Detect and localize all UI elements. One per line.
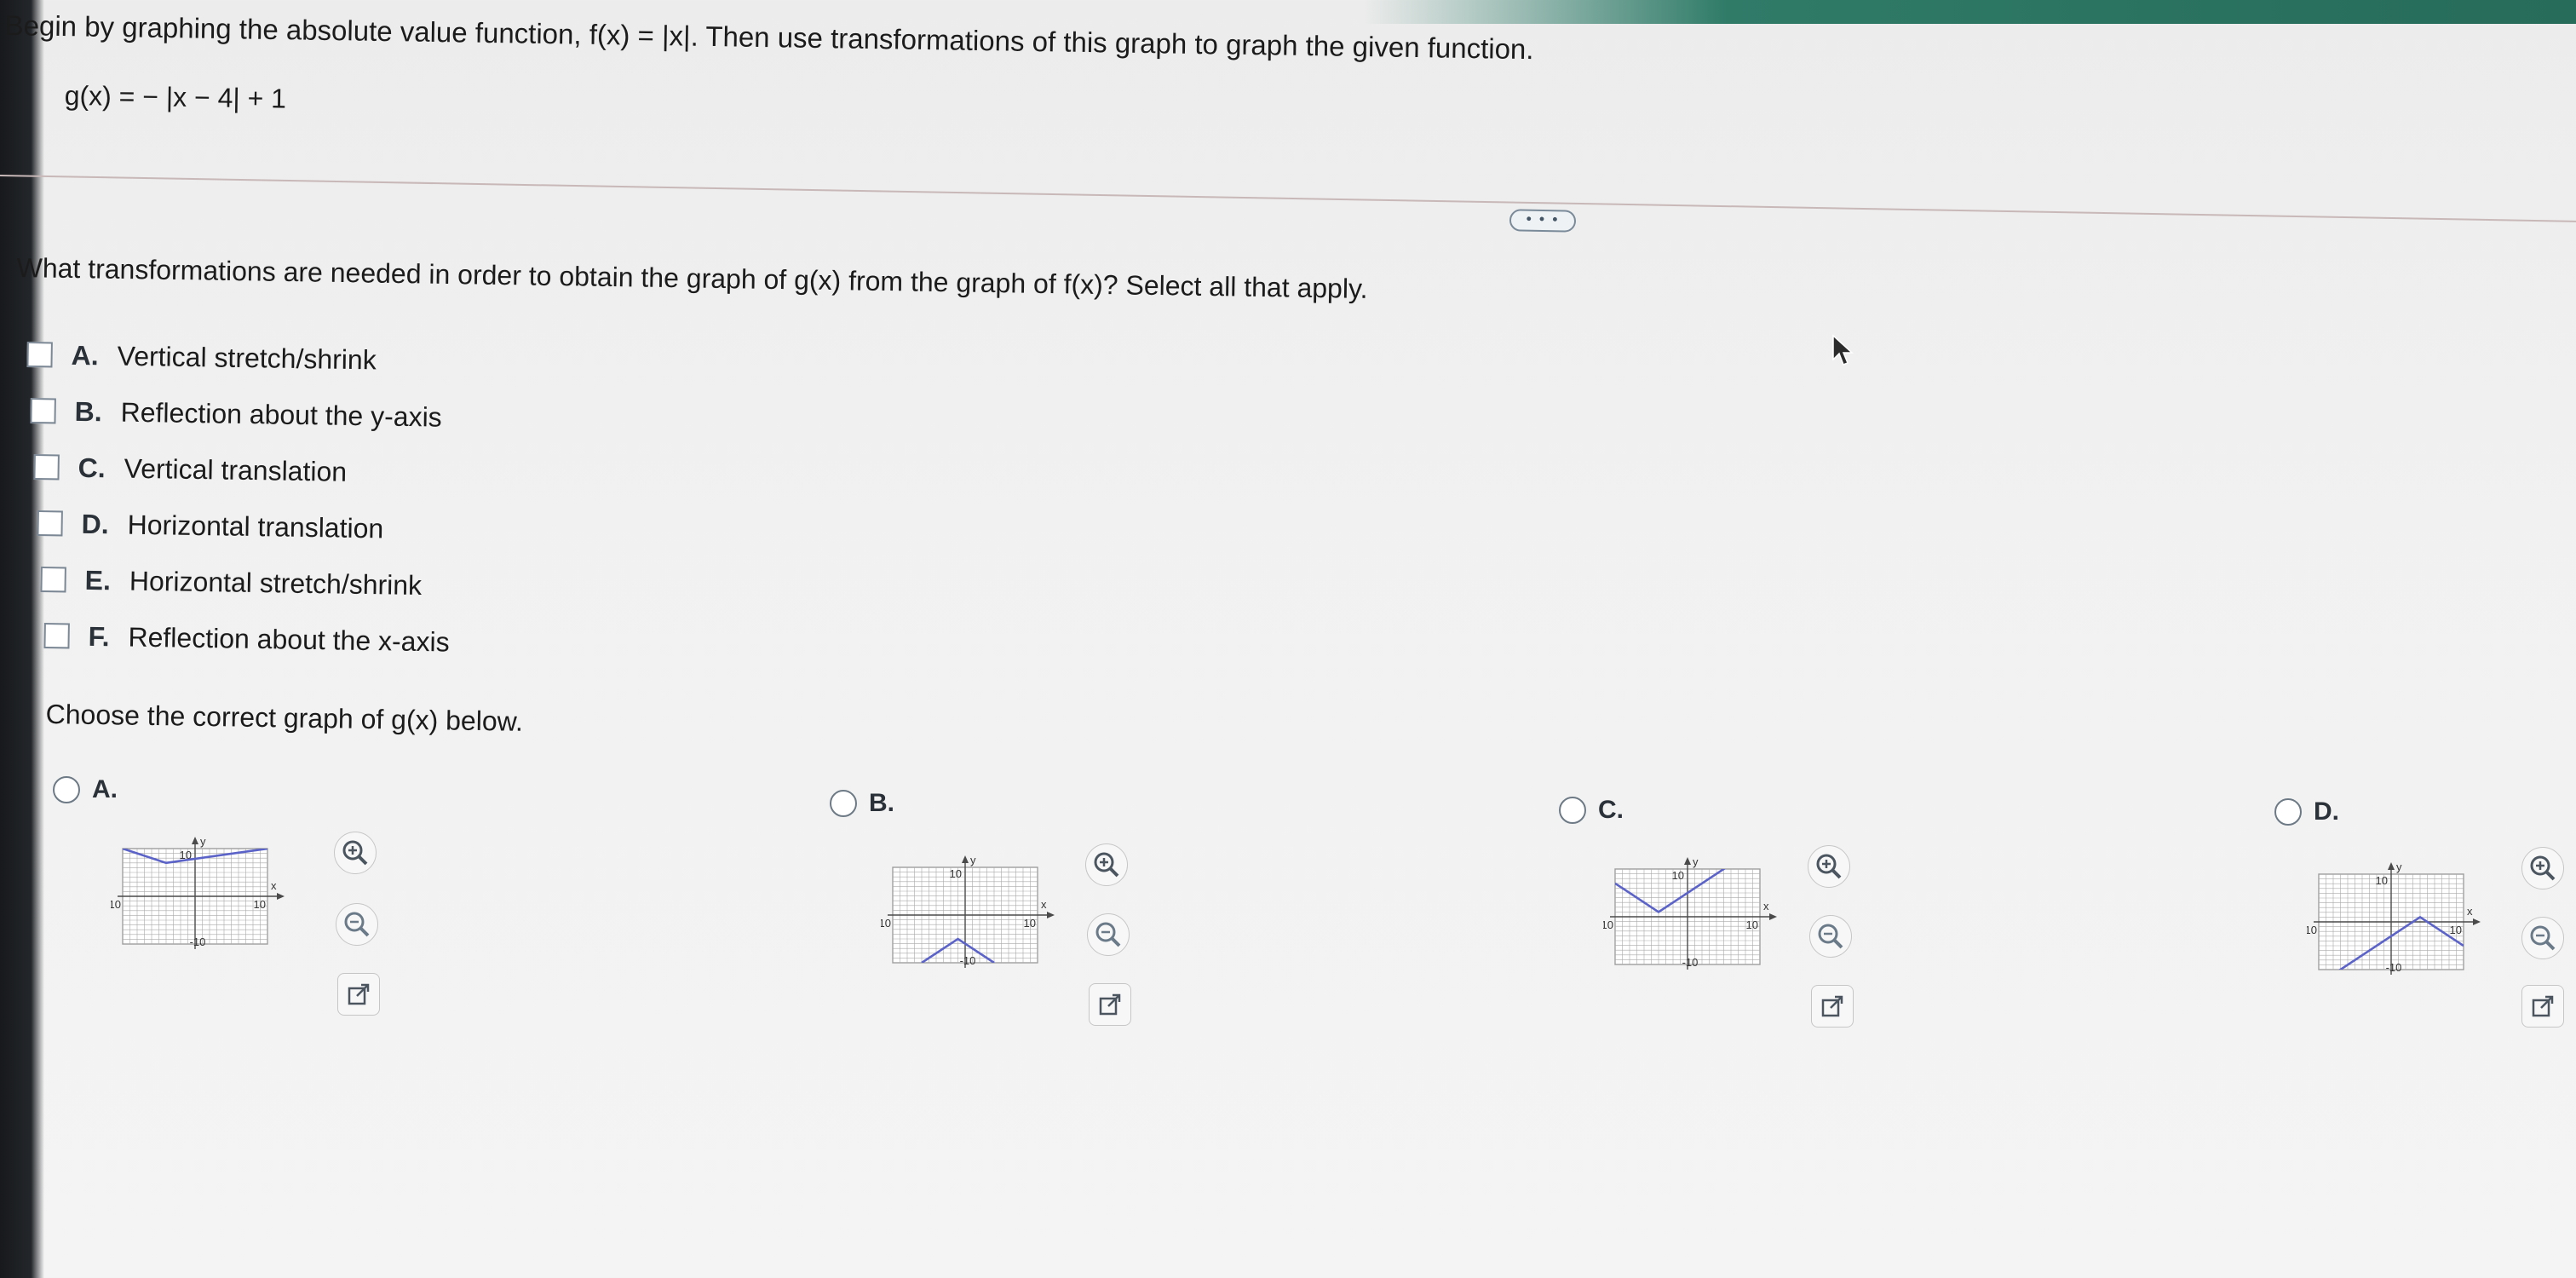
option-e-checkbox[interactable] bbox=[40, 566, 66, 593]
option-b[interactable]: B. Reflection about the y-axis bbox=[30, 394, 442, 435]
y-axis-label: y bbox=[200, 835, 206, 848]
graph-choice-d-radio[interactable] bbox=[2274, 798, 2302, 826]
y-max-tick-label: 10 bbox=[2376, 874, 2388, 887]
graph-choice-a: A. yx1010-10-10 bbox=[53, 775, 411, 1048]
graph-choice-c-radio[interactable] bbox=[1559, 797, 1586, 824]
option-a[interactable]: A. Vertical stretch/shrink bbox=[26, 337, 377, 377]
y-axis-arrow bbox=[962, 855, 969, 863]
option-letter: B. bbox=[74, 395, 102, 428]
y-min-tick-label: -10 bbox=[2386, 961, 2402, 974]
zoom-in-icon[interactable] bbox=[1808, 845, 1850, 888]
zoom-in-icon[interactable] bbox=[1085, 843, 1128, 886]
option-letter: C. bbox=[78, 452, 106, 484]
graph-choice-letter: D. bbox=[2314, 797, 2339, 826]
graph-choice-a-radio[interactable] bbox=[53, 776, 80, 803]
y-max-tick-label: 10 bbox=[950, 867, 962, 880]
y-min-tick-label: -10 bbox=[960, 954, 976, 967]
graph-choice-letter: C. bbox=[1598, 796, 1624, 824]
graph-choice-b-radio[interactable] bbox=[830, 790, 857, 817]
x-axis-label: x bbox=[2467, 905, 2473, 918]
x-axis-arrow bbox=[277, 893, 285, 900]
x-axis-arrow bbox=[1047, 912, 1055, 918]
zoom-in-icon[interactable] bbox=[334, 832, 377, 874]
x-max-tick-label: 10 bbox=[1746, 918, 1758, 931]
graph-choice-a-radio-row[interactable]: A. bbox=[53, 775, 118, 804]
option-letter: E. bbox=[84, 564, 112, 596]
expand-more-button[interactable]: • • • bbox=[1509, 209, 1577, 233]
y-axis-arrow bbox=[1684, 857, 1691, 865]
y-min-tick-label: -10 bbox=[1682, 956, 1699, 969]
graph-choice-d-radio-row[interactable]: D. bbox=[2274, 797, 2339, 826]
x-axis-label: x bbox=[1763, 900, 1769, 912]
option-e[interactable]: E. Horizontal stretch/shrink bbox=[40, 562, 422, 602]
option-a-checkbox[interactable] bbox=[26, 341, 53, 368]
option-letter: F. bbox=[88, 620, 110, 653]
option-letter: A. bbox=[71, 339, 99, 371]
zoom-out-icon[interactable] bbox=[1087, 913, 1130, 956]
choose-graph-prompt: Choose the correct graph of g(x) below. bbox=[45, 698, 524, 737]
zoom-out-icon[interactable] bbox=[1809, 915, 1852, 958]
section-divider bbox=[0, 175, 2576, 222]
graph-a: yx1010-10-10 bbox=[111, 835, 285, 949]
option-label: Reflection about the y-axis bbox=[120, 396, 443, 433]
graph-choice-d: D. y x 10 10 -10 -10 bbox=[2274, 797, 2576, 1070]
option-f-checkbox[interactable] bbox=[43, 622, 70, 649]
y-axis-label: y bbox=[2396, 861, 2402, 873]
x-axis-arrow bbox=[1769, 913, 1777, 920]
problem-prompt: Begin by graphing the absolute value fun… bbox=[4, 9, 1534, 66]
option-c-checkbox[interactable] bbox=[33, 453, 60, 481]
graph-choice-b-radio-row[interactable]: B. bbox=[830, 789, 894, 818]
y-axis-label: y bbox=[1693, 855, 1699, 868]
x-min-tick-label: -10 bbox=[1603, 918, 1613, 931]
new-window-icon[interactable] bbox=[337, 973, 380, 1016]
x-axis-label: x bbox=[1041, 898, 1047, 911]
option-d[interactable]: D. Horizontal translation bbox=[37, 506, 384, 545]
x-axis-label: x bbox=[271, 879, 277, 892]
x-min-tick-label: -10 bbox=[2307, 924, 2317, 936]
option-label: Reflection about the x-axis bbox=[128, 621, 450, 658]
y-axis-arrow bbox=[192, 837, 198, 844]
graph-choice-letter: A. bbox=[92, 775, 118, 803]
y-min-tick-label: -10 bbox=[190, 935, 206, 948]
option-label: Horizontal stretch/shrink bbox=[129, 565, 423, 602]
x-max-tick-label: 10 bbox=[254, 898, 266, 911]
new-window-icon[interactable] bbox=[1089, 983, 1131, 1026]
x-min-tick-label: -10 bbox=[111, 898, 121, 911]
x-max-tick-label: 10 bbox=[1024, 917, 1036, 930]
graph-choice-b: B. y x 10 10 -10 -10 bbox=[830, 789, 1187, 1062]
new-window-icon[interactable] bbox=[2521, 985, 2564, 1028]
graph-b: y x 10 10 -10 -10 bbox=[881, 854, 1055, 968]
option-f[interactable]: F. Reflection about the x-axis bbox=[43, 619, 450, 659]
graph-choice-c-radio-row[interactable]: C. bbox=[1559, 796, 1624, 825]
given-function: g(x) = − |x − 4| + 1 bbox=[64, 79, 287, 114]
zoom-out-icon[interactable] bbox=[2521, 917, 2564, 959]
x-min-tick-label: -10 bbox=[881, 917, 891, 930]
option-label: Vertical stretch/shrink bbox=[117, 340, 377, 376]
y-axis-arrow bbox=[2388, 862, 2395, 870]
y-axis-label: y bbox=[970, 854, 976, 866]
zoom-in-icon[interactable] bbox=[2521, 847, 2564, 889]
transformations-question: What transformations are needed in order… bbox=[16, 251, 1368, 304]
option-letter: D. bbox=[81, 508, 109, 540]
question-page: Begin by graphing the absolute value fun… bbox=[0, 0, 2576, 1278]
x-max-tick-label: 10 bbox=[2450, 924, 2462, 936]
graph-choice-letter: B. bbox=[869, 789, 894, 817]
new-window-icon[interactable] bbox=[1811, 985, 1854, 1028]
zoom-out-icon[interactable] bbox=[336, 903, 378, 946]
option-b-checkbox[interactable] bbox=[30, 397, 56, 424]
y-max-tick-label: 10 bbox=[1672, 869, 1684, 882]
mouse-pointer-icon bbox=[1832, 334, 1854, 366]
graph-c: y x 10 10 -10 -10 bbox=[1603, 855, 1777, 970]
graph-d: y x 10 10 -10 -10 bbox=[2307, 861, 2481, 975]
option-label: Vertical translation bbox=[124, 452, 348, 487]
option-c[interactable]: C. Vertical translation bbox=[33, 450, 347, 489]
option-d-checkbox[interactable] bbox=[37, 509, 63, 537]
graph-choice-c: C. y x 10 10 -10 -10 bbox=[1559, 796, 1917, 1068]
x-axis-arrow bbox=[2473, 918, 2481, 925]
option-label: Horizontal translation bbox=[127, 509, 384, 544]
